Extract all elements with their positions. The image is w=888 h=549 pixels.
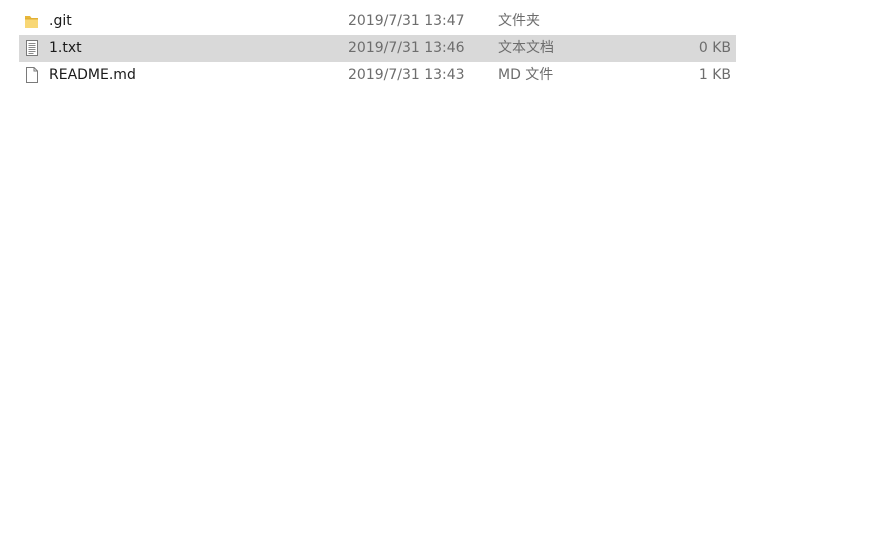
file-modified-date: 2019/7/31 13:43 (348, 67, 465, 83)
blank-file-icon (24, 67, 40, 84)
file-row-readme-md[interactable]: README.md 2019/7/31 13:43 MD 文件 1 KB (19, 62, 736, 89)
file-list: .git 2019/7/31 13:47 文件夹 1.txt 2019/7/31… (19, 8, 736, 89)
file-name: 1.txt (49, 40, 82, 56)
file-row-1-txt[interactable]: 1.txt 2019/7/31 13:46 文本文档 0 KB (19, 35, 736, 62)
file-modified-date: 2019/7/31 13:47 (348, 13, 465, 29)
file-type: 文本文档 (498, 40, 554, 56)
file-type: MD 文件 (498, 67, 554, 83)
file-name: README.md (49, 67, 136, 83)
file-type: 文件夹 (498, 13, 540, 29)
text-document-icon (24, 40, 40, 57)
file-size: 1 KB (698, 67, 731, 83)
file-name: .git (49, 13, 72, 29)
file-size: 0 KB (698, 40, 731, 56)
file-modified-date: 2019/7/31 13:46 (348, 40, 465, 56)
file-row-git[interactable]: .git 2019/7/31 13:47 文件夹 (19, 8, 736, 35)
folder-icon (24, 13, 40, 30)
